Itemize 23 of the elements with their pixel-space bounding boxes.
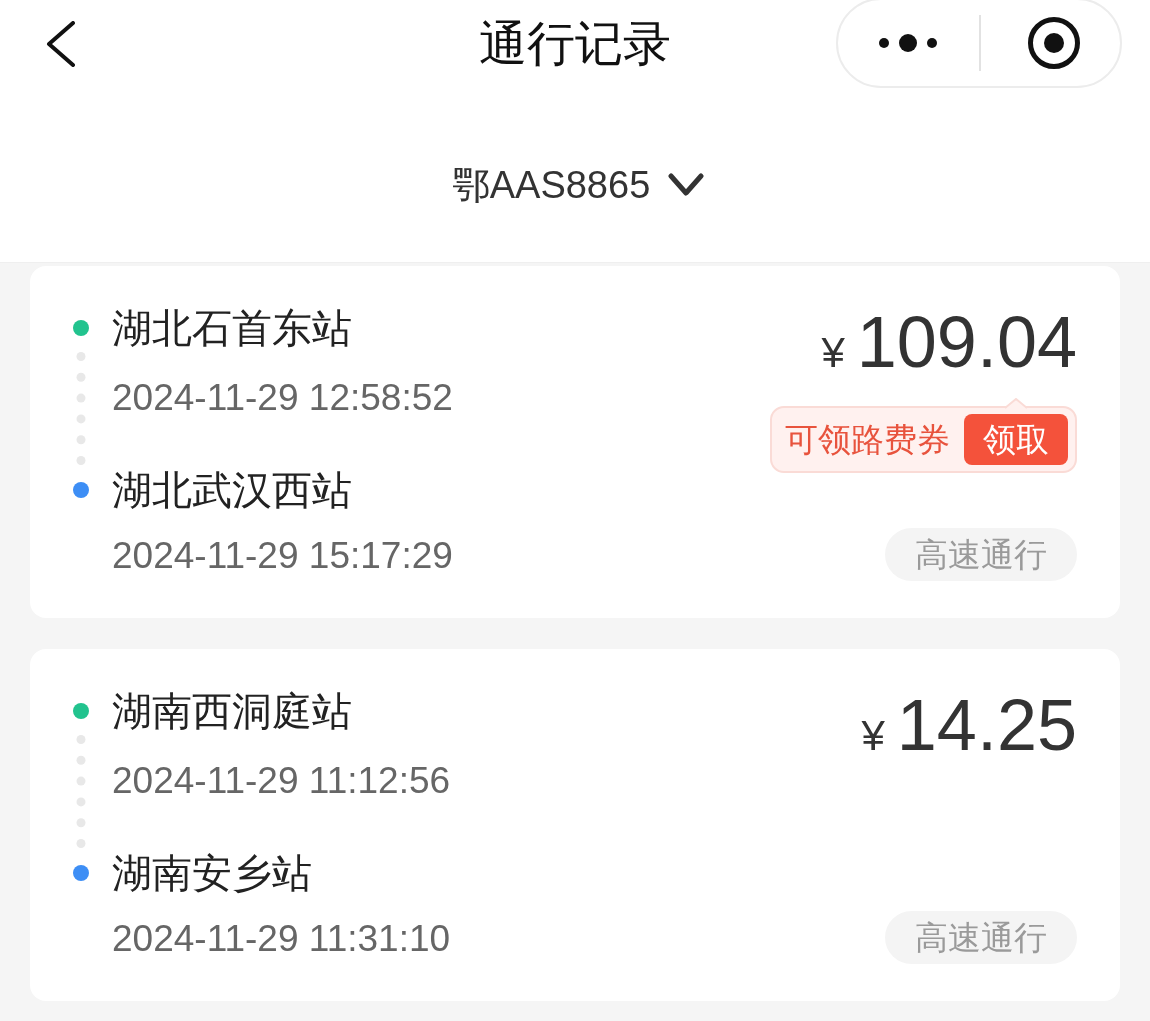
- currency-sign: ¥: [861, 714, 885, 758]
- pass-time: 2024-11-29 15:17:29: [112, 536, 453, 576]
- back-icon[interactable]: [46, 21, 76, 67]
- tooltip-pointer-icon: [1005, 398, 1027, 409]
- pass-time: 2024-11-29 11:12:56: [112, 761, 451, 801]
- toll-amount: 14.25: [896, 687, 1077, 763]
- currency-sign: ¥: [821, 331, 845, 375]
- record-card[interactable]: 湖南西洞庭站 2024-11-29 11:12:56 湖南安乡站 2024-11-29 11:31:10 ¥ 14.25 高速通行: [30, 649, 1120, 1001]
- chevron-down-icon: [668, 173, 705, 197]
- coupon-text: 可领路费券: [785, 419, 950, 460]
- more-icon[interactable]: [879, 34, 937, 52]
- pass-time: 2024-11-29 11:31:10: [112, 919, 451, 959]
- target-icon[interactable]: [1028, 17, 1080, 69]
- station-name: 湖南安乡站: [112, 851, 313, 895]
- plate-selector[interactable]: 鄂AAS8865: [445, 161, 705, 209]
- toll-amount: 109.04: [856, 304, 1077, 380]
- station-name: 湖南西洞庭站: [112, 689, 353, 733]
- pass-time: 2024-11-29 12:58:52: [112, 378, 453, 418]
- page-title: 通行记录: [479, 16, 671, 72]
- station-name: 湖北武汉西站: [112, 468, 353, 512]
- route-type-tag: 高速通行: [885, 528, 1077, 581]
- station-name: 湖北石首东站: [112, 306, 353, 350]
- route-type-tag: 高速通行: [885, 911, 1077, 964]
